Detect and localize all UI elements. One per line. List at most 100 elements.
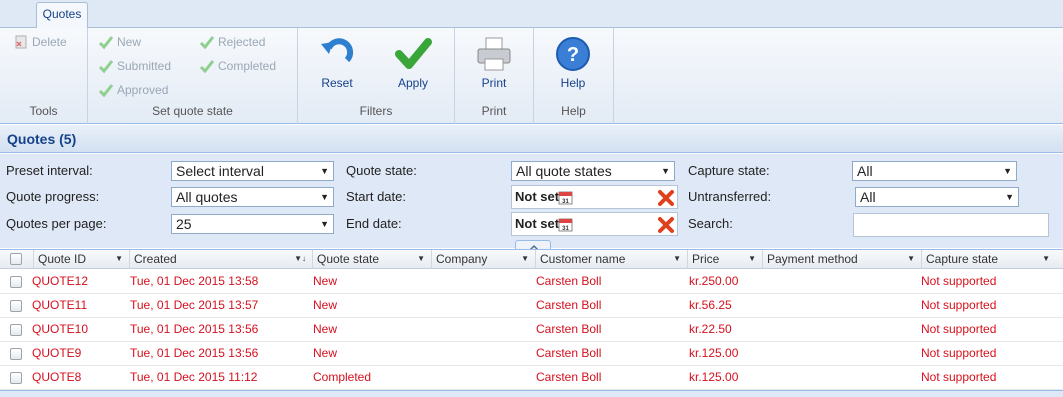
row-checkbox[interactable] (10, 276, 22, 288)
cell-quote-id[interactable]: QUOTE11 (29, 294, 87, 317)
table-row[interactable]: QUOTE9 Tue, 01 Dec 2015 13:56 New Carste… (0, 342, 1063, 366)
cell-quote-id[interactable]: QUOTE9 (29, 342, 81, 365)
group-label-filters: Filters (359, 104, 393, 118)
printer-icon (477, 37, 511, 71)
column-header-price[interactable]: Price ▼ (687, 250, 762, 269)
set-new-button[interactable]: New (98, 33, 141, 51)
start-date-label: Start date: (346, 189, 406, 204)
cell-created: Tue, 01 Dec 2015 13:56 (130, 346, 259, 360)
row-checkbox[interactable] (10, 300, 22, 312)
clear-icon[interactable] (657, 216, 675, 234)
cell-payment-method (763, 294, 766, 317)
cell-created: Tue, 01 Dec 2015 11:12 (130, 370, 258, 384)
delete-icon (15, 35, 27, 49)
cell-company (432, 270, 435, 293)
cell-capture-state: Not supported (921, 370, 997, 384)
ribbon-group-filters: Reset Apply Filters (298, 28, 455, 124)
preset-interval-label: Preset interval: (6, 163, 93, 178)
table-row[interactable]: QUOTE12 Tue, 01 Dec 2015 13:58 New Carst… (0, 270, 1063, 294)
dropdown-arrow-icon: ▼ (320, 166, 329, 176)
ribbon-group-help: ? Help Help (534, 28, 614, 124)
tab-strip: Quotes (0, 0, 1063, 29)
cell-company (432, 342, 435, 365)
column-header-capture-state[interactable]: Capture state ▼ (921, 250, 1056, 269)
quote-progress-select[interactable]: All quotes ▼ (171, 187, 334, 207)
cell-price: kr.250.00 (689, 274, 739, 288)
column-header-customer-name[interactable]: Customer name ▼ (535, 250, 687, 269)
sort-menu-icon[interactable]: ▼ (748, 250, 756, 268)
sort-menu-icon[interactable]: ▼ (1042, 250, 1050, 268)
dropdown-arrow-icon: ▼ (320, 219, 329, 229)
end-date-value: Not set (515, 216, 560, 231)
quotes-per-page-value: 25 (176, 216, 192, 232)
preset-interval-select[interactable]: Select interval ▼ (171, 161, 334, 181)
svg-text:31: 31 (562, 226, 569, 232)
column-header-quote-id[interactable]: Quote ID ▼ (33, 250, 129, 269)
search-input[interactable] (853, 213, 1049, 237)
collapse-filters-toggle[interactable] (515, 240, 551, 251)
sort-menu-icon[interactable]: ▼ (521, 250, 529, 268)
reset-button[interactable]: Reset (307, 30, 367, 96)
cell-created: Tue, 01 Dec 2015 13:57 (130, 298, 259, 312)
calendar-icon[interactable]: 31 (558, 190, 573, 205)
table-row[interactable]: QUOTE11 Tue, 01 Dec 2015 13:57 New Carst… (0, 294, 1063, 318)
quote-state-select[interactable]: All quote states ▼ (511, 161, 675, 181)
cell-customer-name: Carsten Boll (536, 298, 602, 312)
cell-quote-id[interactable]: QUOTE8 (29, 366, 81, 389)
column-label: Payment method (767, 252, 858, 266)
check-icon (98, 60, 114, 74)
tab-quotes[interactable]: Quotes (36, 2, 88, 29)
set-submitted-button[interactable]: Submitted (98, 57, 171, 75)
check-icon (199, 60, 215, 74)
row-checkbox[interactable] (10, 348, 22, 360)
ribbon-group-quote-state: New Submitted Approved Rejected Complete… (88, 28, 298, 124)
delete-button[interactable]: Delete (13, 33, 67, 51)
calendar-icon[interactable]: 31 (558, 217, 573, 232)
column-header-quote-state[interactable]: Quote state ▼ (312, 250, 431, 269)
cell-capture-state: Not supported (921, 274, 997, 288)
cell-quote-id[interactable]: QUOTE10 (29, 318, 88, 341)
filter-panel: Preset interval: Select interval ▼ Quote … (0, 154, 1063, 248)
cell-quote-id[interactable]: QUOTE12 (29, 270, 88, 293)
cell-quote-state: New (313, 346, 338, 360)
set-completed-button[interactable]: Completed (199, 57, 276, 75)
start-date-field[interactable]: Not set 31 (511, 185, 678, 209)
cell-price: kr.56.25 (689, 298, 732, 312)
sort-descending-icon[interactable]: ▼↓ (294, 250, 306, 268)
table-row[interactable]: QUOTE8 Tue, 01 Dec 2015 11:12 Completed … (0, 366, 1063, 390)
cell-quote-state: New (313, 274, 338, 288)
row-checkbox[interactable] (10, 372, 22, 384)
column-label: Created (134, 252, 177, 266)
sort-menu-icon[interactable]: ▼ (673, 250, 681, 268)
set-completed-label: Completed (218, 59, 277, 73)
quotes-per-page-select[interactable]: 25 ▼ (171, 214, 334, 234)
apply-check-icon (395, 38, 432, 69)
clear-icon[interactable] (657, 189, 675, 207)
row-checkbox[interactable] (10, 324, 22, 336)
cell-payment-method (763, 366, 766, 389)
end-date-field[interactable]: Not set 31 (511, 212, 678, 236)
untransferred-label: Untransferred: (688, 189, 772, 204)
column-label: Quote state (317, 252, 380, 266)
help-label: Help (560, 76, 586, 90)
column-label: Price (692, 252, 720, 266)
sort-menu-icon[interactable]: ▼ (115, 250, 123, 268)
sort-menu-icon[interactable]: ▼ (417, 250, 425, 268)
print-button[interactable]: Print (464, 30, 524, 96)
svg-text:?: ? (567, 44, 579, 66)
column-header-payment-method[interactable]: Payment method ▼ (762, 250, 921, 269)
preset-interval-value: Select interval (176, 163, 264, 179)
help-button[interactable]: ? Help (543, 30, 603, 96)
set-rejected-button[interactable]: Rejected (199, 33, 265, 51)
column-label: Capture state (926, 252, 999, 266)
column-header-company[interactable]: Company ▼ (431, 250, 535, 269)
select-all-checkbox[interactable] (10, 253, 22, 265)
column-header-created[interactable]: Created ▼↓ (129, 250, 312, 269)
capture-state-select[interactable]: All ▼ (852, 161, 1017, 181)
sort-menu-icon[interactable]: ▼ (907, 250, 915, 268)
dropdown-arrow-icon: ▼ (1005, 192, 1014, 202)
apply-button[interactable]: Apply (383, 30, 443, 96)
table-row[interactable]: QUOTE10 Tue, 01 Dec 2015 13:56 New Carst… (0, 318, 1063, 342)
set-approved-button[interactable]: Approved (98, 81, 168, 99)
untransferred-select[interactable]: All ▼ (855, 187, 1019, 207)
